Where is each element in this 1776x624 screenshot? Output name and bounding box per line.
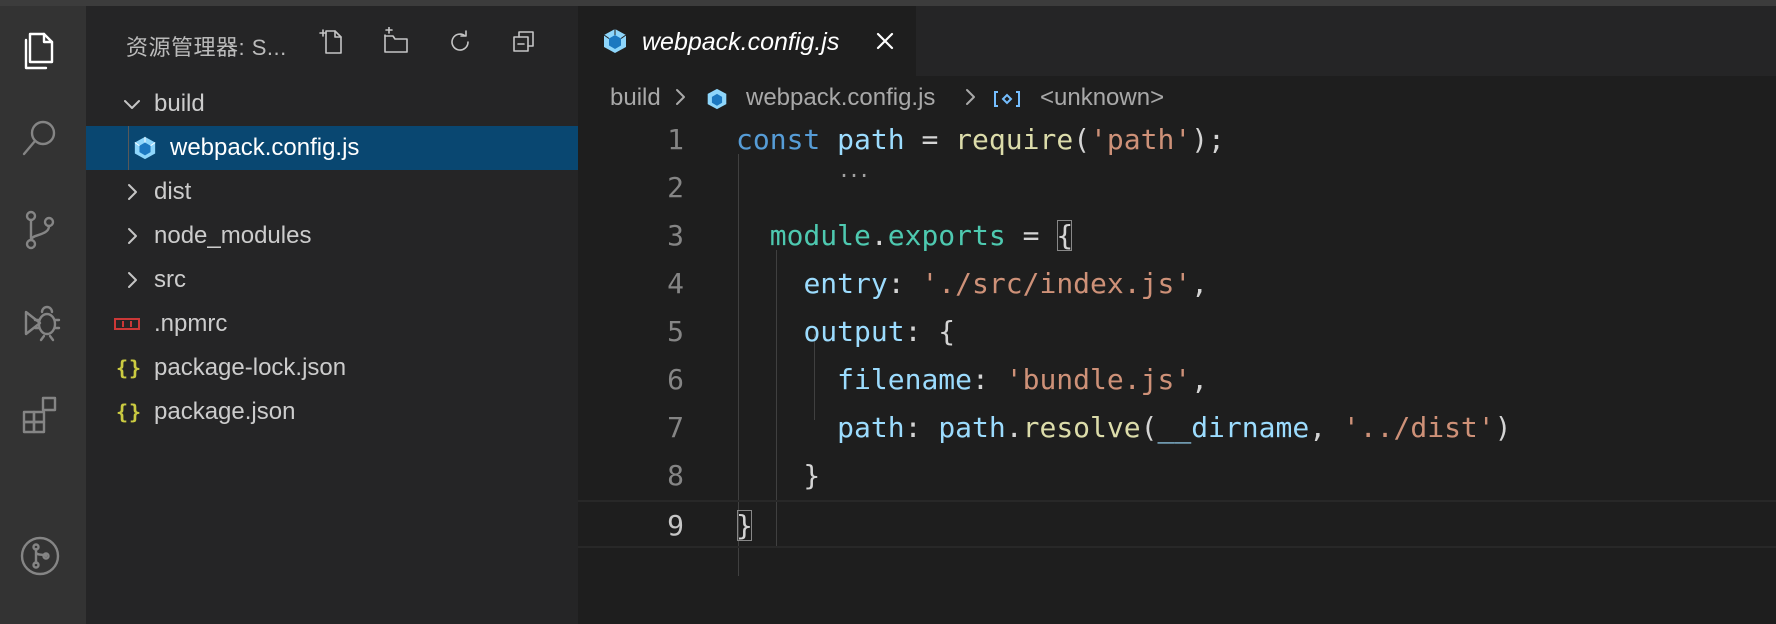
- tree-folder-node-modules[interactable]: node_modules: [86, 214, 578, 258]
- chevron-right-icon: [120, 180, 144, 204]
- tab-webpack-config[interactable]: webpack.config.js: [578, 6, 916, 76]
- npm-icon: [114, 311, 140, 337]
- tab-bar: webpack.config.js: [578, 6, 1776, 76]
- search-icon[interactable]: [14, 112, 66, 164]
- tree-file-webpack-config[interactable]: webpack.config.js: [86, 126, 578, 170]
- git-graph-icon[interactable]: [14, 530, 66, 582]
- json-icon: {}: [115, 356, 143, 380]
- tree-folder-src[interactable]: src: [86, 258, 578, 302]
- code-line-current: 9 }: [578, 500, 1776, 548]
- code-text: }: [736, 509, 753, 542]
- chevron-right-icon: [120, 224, 144, 248]
- code-text: output: {: [803, 315, 956, 348]
- files-icon[interactable]: [14, 26, 66, 78]
- tree-file-npmrc[interactable]: .npmrc: [86, 302, 578, 346]
- new-folder-icon[interactable]: [378, 24, 414, 60]
- code-line: 3 module.exports = {: [578, 212, 1776, 260]
- breadcrumb-folder[interactable]: build: [610, 84, 661, 112]
- code-text: module.exports = {: [769, 219, 1074, 252]
- code-text: const path = require('path');: [736, 123, 1225, 156]
- explorer-sidebar: 资源管理器: S... build webpack.config.js dist…: [86, 6, 578, 624]
- chevron-right-icon: [120, 268, 144, 292]
- line-number: 9: [667, 509, 684, 542]
- code-line: 2: [578, 164, 1776, 212]
- webpack-icon: [602, 28, 628, 54]
- code-line: 5 output: {: [578, 308, 1776, 356]
- refresh-icon[interactable]: [442, 24, 478, 60]
- code-line: 4 entry: './src/index.js',: [578, 260, 1776, 308]
- tree-item-label: webpack.config.js: [170, 134, 360, 161]
- chevron-right-icon: [672, 86, 690, 108]
- webpack-icon: [706, 88, 728, 117]
- code-text: path: path.resolve(__dirname, '../dist'): [837, 411, 1512, 444]
- line-number: 6: [667, 363, 684, 396]
- breadcrumb-file[interactable]: webpack.config.js: [746, 84, 935, 112]
- tree-folder-build[interactable]: build: [86, 82, 578, 126]
- code-line: 7 path: path.resolve(__dirname, '../dist…: [578, 404, 1776, 452]
- editor-area: webpack.config.js build webpack.config.j…: [578, 6, 1776, 624]
- explorer-title: 资源管理器: S...: [126, 35, 287, 60]
- breadcrumb: build webpack.config.js <unknown>: [578, 76, 1776, 116]
- tree-item-label: .npmrc: [154, 310, 228, 337]
- code-line: 6 filename: 'bundle.js',: [578, 356, 1776, 404]
- collapse-all-icon[interactable]: [506, 24, 542, 60]
- line-number: 4: [667, 267, 684, 300]
- code-line: 1 const path = require('path'); ...: [578, 116, 1776, 182]
- indent-guide: [128, 126, 129, 170]
- source-control-icon[interactable]: [14, 204, 66, 256]
- code-text: }: [736, 459, 821, 492]
- line-number: 1: [667, 123, 684, 156]
- debug-icon[interactable]: [14, 296, 66, 348]
- code-editor[interactable]: 1 const path = require('path'); ... 2 3 …: [578, 116, 1776, 624]
- new-file-icon[interactable]: [314, 24, 350, 60]
- breadcrumb-symbol[interactable]: <unknown>: [1040, 84, 1164, 112]
- line-number: 7: [667, 411, 684, 444]
- code-text: entry: './src/index.js',: [803, 267, 1209, 300]
- tree-file-package-json[interactable]: {} package.json: [86, 390, 578, 434]
- file-tree: build webpack.config.js dist node_module…: [86, 82, 578, 434]
- tree-item-label: node_modules: [154, 222, 312, 249]
- line-number: 2: [667, 171, 684, 204]
- close-icon[interactable]: [872, 28, 898, 54]
- tree-item-label: dist: [154, 178, 192, 205]
- activity-bar: [0, 6, 86, 624]
- chevron-down-icon: [120, 92, 144, 116]
- symbol-icon: [992, 88, 1022, 116]
- tree-item-label: build: [154, 90, 205, 117]
- tree-item-label: package-lock.json: [154, 354, 347, 381]
- extensions-icon[interactable]: [14, 388, 66, 440]
- webpack-icon: [132, 135, 158, 161]
- tree-item-label: package.json: [154, 398, 296, 425]
- tree-file-package-lock-json[interactable]: {} package-lock.json: [86, 346, 578, 390]
- line-number: 5: [667, 315, 684, 348]
- code-text: filename: 'bundle.js',: [837, 363, 1209, 396]
- json-icon: {}: [115, 400, 143, 424]
- line-number: 8: [667, 459, 684, 492]
- tree-folder-dist[interactable]: dist: [86, 170, 578, 214]
- tree-item-label: src: [154, 266, 186, 293]
- code-line: 8 }: [578, 452, 1776, 500]
- line-number: 3: [667, 219, 684, 252]
- chevron-right-icon: [962, 86, 980, 108]
- explorer-header: 资源管理器: S...: [86, 6, 578, 76]
- tab-label: webpack.config.js: [642, 28, 840, 56]
